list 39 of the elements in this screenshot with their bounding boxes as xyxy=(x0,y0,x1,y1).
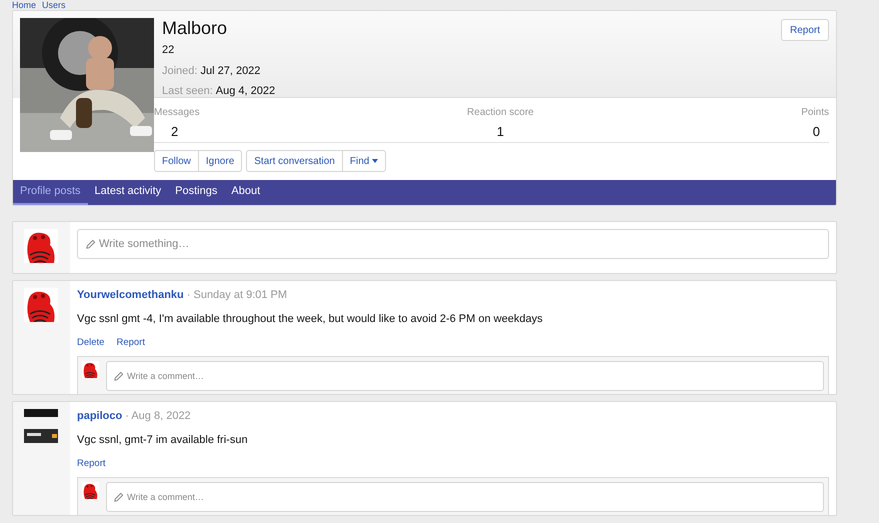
profile-tab[interactable]: About xyxy=(224,180,268,205)
breadcrumb-link[interactable]: Home xyxy=(12,0,36,10)
stat-value: 2 xyxy=(170,123,180,141)
profile-tab[interactable]: Postings xyxy=(168,180,224,205)
joined-date: Jul 27, 2022 xyxy=(200,64,260,78)
stat-value: 1 xyxy=(496,123,504,141)
post-action-link[interactable]: Delete xyxy=(77,336,104,350)
post-text: Vgc ssnl, gmt-7 im available fri-sun xyxy=(77,432,249,448)
stat-value: 0 xyxy=(812,123,821,141)
post-input[interactable]: Write something… xyxy=(77,229,829,259)
pencil-icon xyxy=(113,492,124,504)
stat-label: Messages xyxy=(154,106,200,120)
author-link[interactable]: papiloco xyxy=(77,408,122,424)
breadcrumb-link[interactable]: Users xyxy=(42,0,66,10)
profile-tab[interactable]: Latest activity xyxy=(88,180,168,205)
profile-action-button[interactable]: Follow xyxy=(155,151,198,171)
joined-label: Joined: xyxy=(162,64,198,78)
comment-input[interactable]: Write a comment… xyxy=(106,482,824,512)
post-action-link[interactable]: Report xyxy=(116,336,145,350)
profile-name: Malboro xyxy=(162,17,228,39)
profile-action-button[interactable]: Ignore xyxy=(198,151,242,171)
pencil-icon xyxy=(113,371,124,382)
post-time: · Aug 8, 2022 xyxy=(125,409,191,424)
post-text: Vgc ssnl gmt -4, I'm available throughout the week, but would like to avoid 2-6 PM on weekdays xyxy=(77,312,544,326)
comment-input[interactable]: Write a comment… xyxy=(106,361,824,392)
post-action-link[interactable]: Report xyxy=(77,457,106,472)
pencil-icon xyxy=(85,239,96,250)
last-seen-label: Last seen: xyxy=(162,84,213,99)
stat-label: Points xyxy=(801,106,829,120)
user-title: 22 xyxy=(162,43,176,58)
profile-action-button[interactable]: Start conversation xyxy=(247,151,342,171)
caret-icon xyxy=(372,159,378,163)
last-seen-date: Aug 4, 2022 xyxy=(216,84,276,99)
profile-tab[interactable]: Profile posts xyxy=(13,180,88,205)
profile-action-button[interactable]: Find xyxy=(342,151,386,171)
stat-label: Reaction score xyxy=(467,106,534,120)
author-link[interactable]: Yourwelcomethanku xyxy=(77,287,184,304)
post-time: · Sunday at 9:01 PM xyxy=(186,288,288,303)
report-button[interactable]: Report xyxy=(780,19,829,41)
